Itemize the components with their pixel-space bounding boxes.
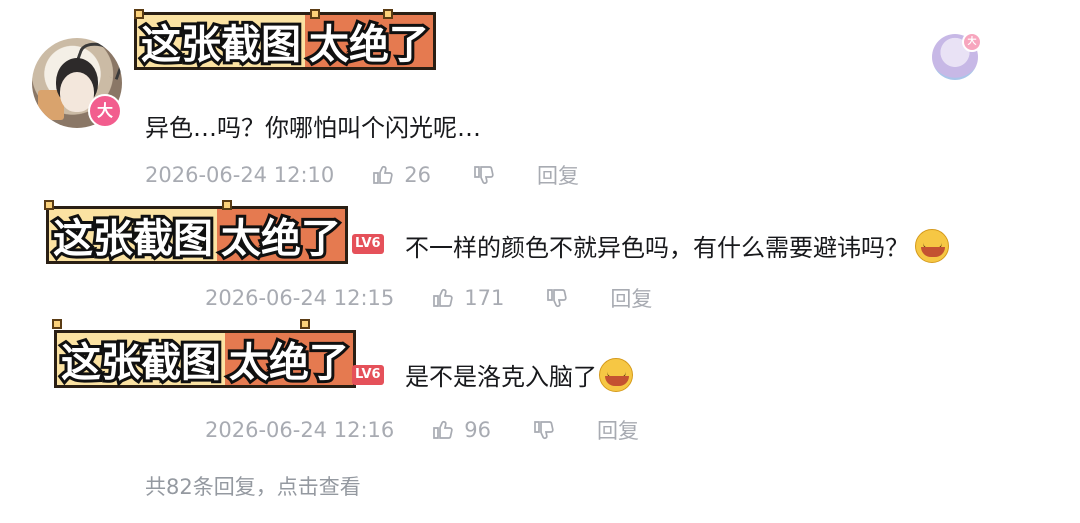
reply-1-time: 2026-06-24 12:15 xyxy=(205,286,395,310)
overlay-label-part2: 太绝了 xyxy=(306,19,432,71)
overlay-label-part1: 这张截图 xyxy=(138,19,304,71)
reply-1: 不一样的颜色不就异色吗，有什么需要避讳吗？ xyxy=(405,228,949,263)
thumbs-down-icon[interactable] xyxy=(544,286,570,310)
like-count: 26 xyxy=(404,163,431,187)
thumbs-up-icon[interactable] xyxy=(370,163,396,187)
thumbs-up-icon[interactable] xyxy=(430,286,456,310)
thumbs-up-icon[interactable] xyxy=(430,418,456,442)
reply-button[interactable]: 回复 xyxy=(537,160,579,190)
up-liked-avatar: 大 xyxy=(932,32,982,80)
reply-1-text: 不一样的颜色不就异色吗，有什么需要避讳吗？ xyxy=(405,234,909,262)
comment-text: 异色…吗？你哪怕叫个闪光呢… xyxy=(145,114,481,142)
laughing-crying-emoji-icon xyxy=(599,357,633,392)
view-more-replies-link[interactable]: 共82条回复，点击查看 xyxy=(145,471,361,501)
reply-1-meta: 2026-06-24 12:15 171 回复 xyxy=(205,283,652,313)
reply-2-meta: 2026-06-24 12:16 96 回复 xyxy=(205,415,639,445)
thumbs-down-icon[interactable] xyxy=(531,418,557,442)
laughing-crying-emoji-icon xyxy=(915,228,949,263)
reply-button[interactable]: 回复 xyxy=(610,283,652,313)
like-count: 171 xyxy=(464,286,505,310)
avatar-badge: 大 xyxy=(88,94,122,128)
reply-2-text: 是不是洛克入脑了 xyxy=(405,363,597,391)
overlay-label: 这张截图 太绝了 xyxy=(134,12,436,71)
level-badge: LV6 xyxy=(352,365,384,385)
reply-2-overlay-label: 这张截图 太绝了 xyxy=(54,330,356,389)
up-badge: 大 xyxy=(962,32,982,52)
overlay-label-part2: 太绝了 xyxy=(226,337,352,389)
reply-1-overlay-label: 这张截图 太绝了 xyxy=(46,206,348,265)
level-badge: LV6 xyxy=(352,234,384,254)
reply-button[interactable]: 回复 xyxy=(597,415,639,445)
reply-2-time: 2026-06-24 12:16 xyxy=(205,418,395,442)
reply-2: 是不是洛克入脑了 xyxy=(405,357,633,392)
overlay-label-part2: 太绝了 xyxy=(218,213,344,265)
overlay-label-part1: 这张截图 xyxy=(50,213,216,265)
overlay-label-part1: 这张截图 xyxy=(58,337,224,389)
comment-time: 2026-06-24 12:10 xyxy=(145,163,335,187)
comment-meta: 2026-06-24 12:10 26 回复 xyxy=(145,160,579,190)
thumbs-down-icon[interactable] xyxy=(471,163,497,187)
like-count: 96 xyxy=(464,418,491,442)
